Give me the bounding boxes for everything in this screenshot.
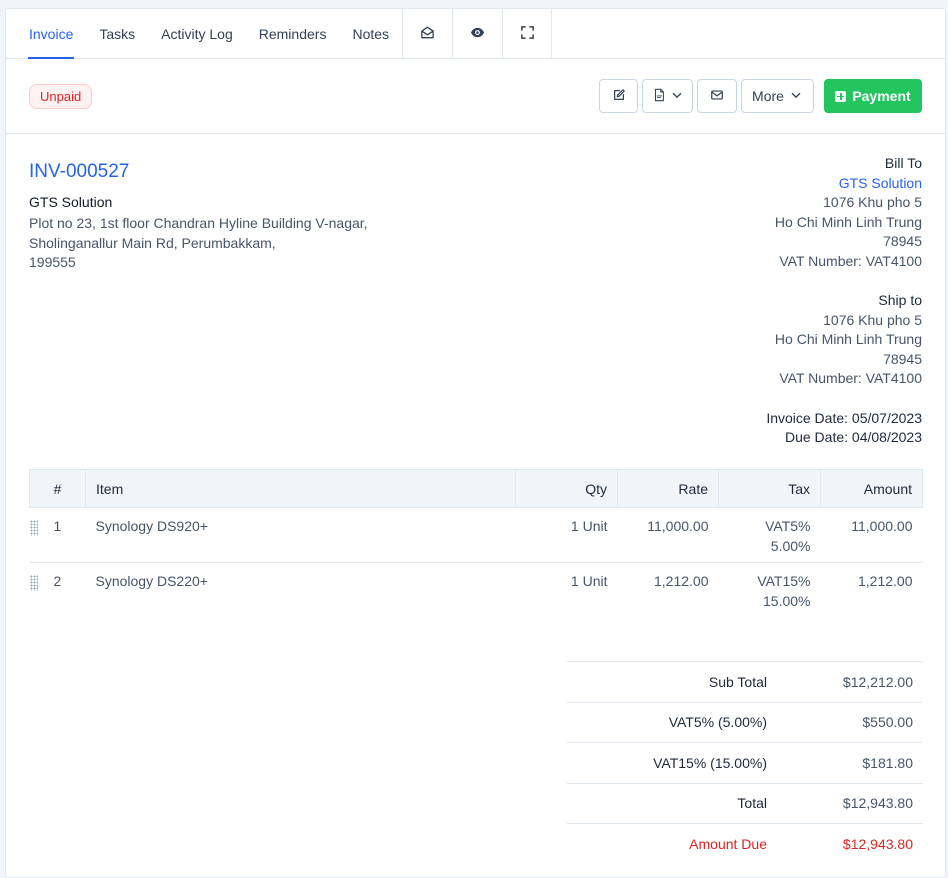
column-header-qty: Qty bbox=[515, 469, 618, 508]
row-number: 1 bbox=[53, 518, 62, 534]
row-rate: 11,000.00 bbox=[617, 507, 719, 563]
amount-due-label: Amount Due bbox=[689, 835, 767, 852]
row-tax-name: VAT5% bbox=[765, 518, 811, 534]
column-header-tax: Tax bbox=[718, 469, 821, 508]
company-name: GTS Solution bbox=[29, 194, 113, 210]
tab-tasks[interactable]: Tasks bbox=[86, 9, 148, 58]
tab-emails[interactable] bbox=[402, 9, 452, 58]
totals-table: Sub Total $12,212.00 VAT5% (5.00%) $550.… bbox=[567, 661, 923, 864]
row-tax-rate: 5.00% bbox=[770, 537, 811, 554]
due-date-value: 04/08/2023 bbox=[851, 429, 922, 445]
payment-button[interactable]: Payment bbox=[824, 79, 922, 113]
tax-value: $181.80 bbox=[862, 754, 913, 771]
invoice-date-value: 05/07/2023 bbox=[851, 409, 922, 426]
ship-to-line: 1076 Khu pho 5 bbox=[823, 311, 922, 328]
total-value: $12,943.80 bbox=[842, 795, 913, 812]
due-date-label: Due Date: bbox=[784, 429, 849, 445]
action-buttons: More Payment bbox=[599, 79, 922, 113]
subtotal-row: Sub Total $12,212.00 bbox=[567, 661, 923, 702]
envelope-open-icon bbox=[420, 25, 435, 43]
row-qty: 1 Unit bbox=[570, 573, 608, 589]
drag-handle-icon[interactable] bbox=[29, 575, 38, 591]
company-address-line: 199555 bbox=[29, 254, 76, 270]
client-name-link[interactable]: GTS Solution bbox=[766, 174, 922, 194]
payment-label: Payment bbox=[852, 88, 911, 104]
row-item: Synology DS920+ bbox=[85, 507, 516, 563]
row-tax: VAT15% 15.00% bbox=[719, 563, 821, 618]
invoice-number[interactable]: INV-000527 bbox=[29, 161, 129, 183]
amount-due-value: $12,943.80 bbox=[842, 835, 913, 852]
column-header-item: Item bbox=[85, 469, 516, 508]
column-header-amount: Amount bbox=[820, 469, 923, 508]
more-label: More bbox=[752, 88, 784, 104]
ship-to-line: 78945 bbox=[883, 350, 922, 367]
row-rate: 1,212.00 bbox=[654, 573, 709, 589]
row-qty: 1 Unit bbox=[515, 507, 618, 563]
tab-notes[interactable]: Notes bbox=[339, 9, 402, 58]
row-amount: 11,000.00 bbox=[820, 507, 923, 563]
tax-row-vat5: VAT5% (5.00%) $550.00 bbox=[567, 701, 923, 743]
tab-reminders[interactable]: Reminders bbox=[246, 9, 340, 58]
column-header-number: # bbox=[29, 469, 86, 508]
invoice-toolbar: Unpaid More Payment bbox=[6, 59, 945, 134]
amount-due-row: Amount Due $12,943.80 bbox=[567, 823, 923, 864]
tab-activity-log[interactable]: Activity Log bbox=[148, 9, 246, 58]
bill-to-heading: Bill To bbox=[884, 155, 922, 171]
total-row: Total $12,943.80 bbox=[567, 782, 923, 824]
tab-fullscreen[interactable] bbox=[502, 9, 553, 58]
tax-value: $550.00 bbox=[862, 714, 913, 731]
subtotal-label: Sub Total bbox=[708, 673, 767, 690]
table-header-row: # Item Qty Rate Tax Amount bbox=[29, 469, 923, 508]
bill-to-line: Ho Chi Minh Linh Trung bbox=[774, 213, 922, 230]
tab-preview[interactable] bbox=[452, 9, 502, 58]
ship-to-line: VAT Number: VAT4100 bbox=[779, 370, 922, 386]
subtotal-value: $12,212.00 bbox=[842, 673, 913, 690]
table-row: 1 Synology DS920+ 1 Unit 11,000.00 VAT5%… bbox=[29, 507, 923, 563]
invoice-date-label: Invoice Date: bbox=[766, 409, 849, 426]
column-header-rate: Rate bbox=[617, 469, 719, 508]
drag-handle-icon[interactable] bbox=[29, 520, 38, 536]
tax-label: VAT5% (5.00%) bbox=[668, 714, 767, 731]
tab-invoice[interactable]: Invoice bbox=[16, 9, 86, 59]
total-label: Total bbox=[737, 795, 767, 812]
bill-to-line: 1076 Khu pho 5 bbox=[823, 194, 922, 210]
envelope-icon bbox=[710, 88, 724, 105]
plus-square-icon bbox=[835, 90, 847, 102]
chevron-down-icon bbox=[670, 88, 684, 105]
pdf-file-icon bbox=[652, 88, 666, 105]
invoice-date: Invoice Date: 05/07/2023 bbox=[766, 409, 922, 429]
row-number: 2 bbox=[53, 573, 62, 589]
row-item: Synology DS220+ bbox=[95, 573, 208, 589]
company-address-line: Sholinganallur Main Rd, Perumbakkam, bbox=[29, 234, 276, 251]
row-amount: 1,212.00 bbox=[858, 573, 913, 589]
items-table: # Item Qty Rate Tax Amount 1 Synology DS… bbox=[29, 469, 923, 618]
row-tax-rate: 15.00% bbox=[763, 592, 811, 609]
edit-button[interactable] bbox=[599, 79, 638, 113]
due-date: Due Date: 04/08/2023 bbox=[766, 428, 922, 448]
bill-to-line: 78945 bbox=[883, 233, 922, 249]
send-email-button[interactable] bbox=[697, 79, 737, 113]
edit-icon bbox=[612, 88, 626, 105]
bill-to-line: VAT Number: VAT4100 bbox=[779, 252, 922, 269]
chevron-down-icon bbox=[789, 88, 803, 105]
ship-to-line: Ho Chi Minh Linh Trung bbox=[774, 331, 922, 347]
tab-bar: Invoice Tasks Activity Log Reminders Not… bbox=[6, 9, 945, 59]
expand-icon bbox=[520, 25, 535, 43]
eye-icon bbox=[470, 25, 485, 43]
more-dropdown-button[interactable]: More bbox=[741, 79, 814, 113]
tax-label: VAT15% (15.00%) bbox=[653, 754, 767, 771]
client-info: Bill To GTS Solution 1076 Khu pho 5 Ho C… bbox=[766, 154, 922, 448]
invoice-card: Invoice Tasks Activity Log Reminders Not… bbox=[5, 8, 946, 878]
pdf-dropdown-button[interactable] bbox=[642, 79, 693, 113]
company-address-line: Plot no 23, 1st floor Chandran Hyline Bu… bbox=[29, 215, 368, 231]
ship-to-heading: Ship to bbox=[878, 292, 922, 308]
tax-row-vat15: VAT15% (15.00%) $181.80 bbox=[567, 742, 923, 783]
status-badge: Unpaid bbox=[29, 84, 93, 109]
table-row: 2 Synology DS220+ 1 Unit 1,212.00 VAT15%… bbox=[29, 563, 923, 618]
company-address: Plot no 23, 1st floor Chandran Hyline Bu… bbox=[29, 214, 368, 273]
row-tax: VAT5% 5.00% bbox=[718, 507, 821, 563]
row-tax-name: VAT15% bbox=[757, 573, 811, 589]
